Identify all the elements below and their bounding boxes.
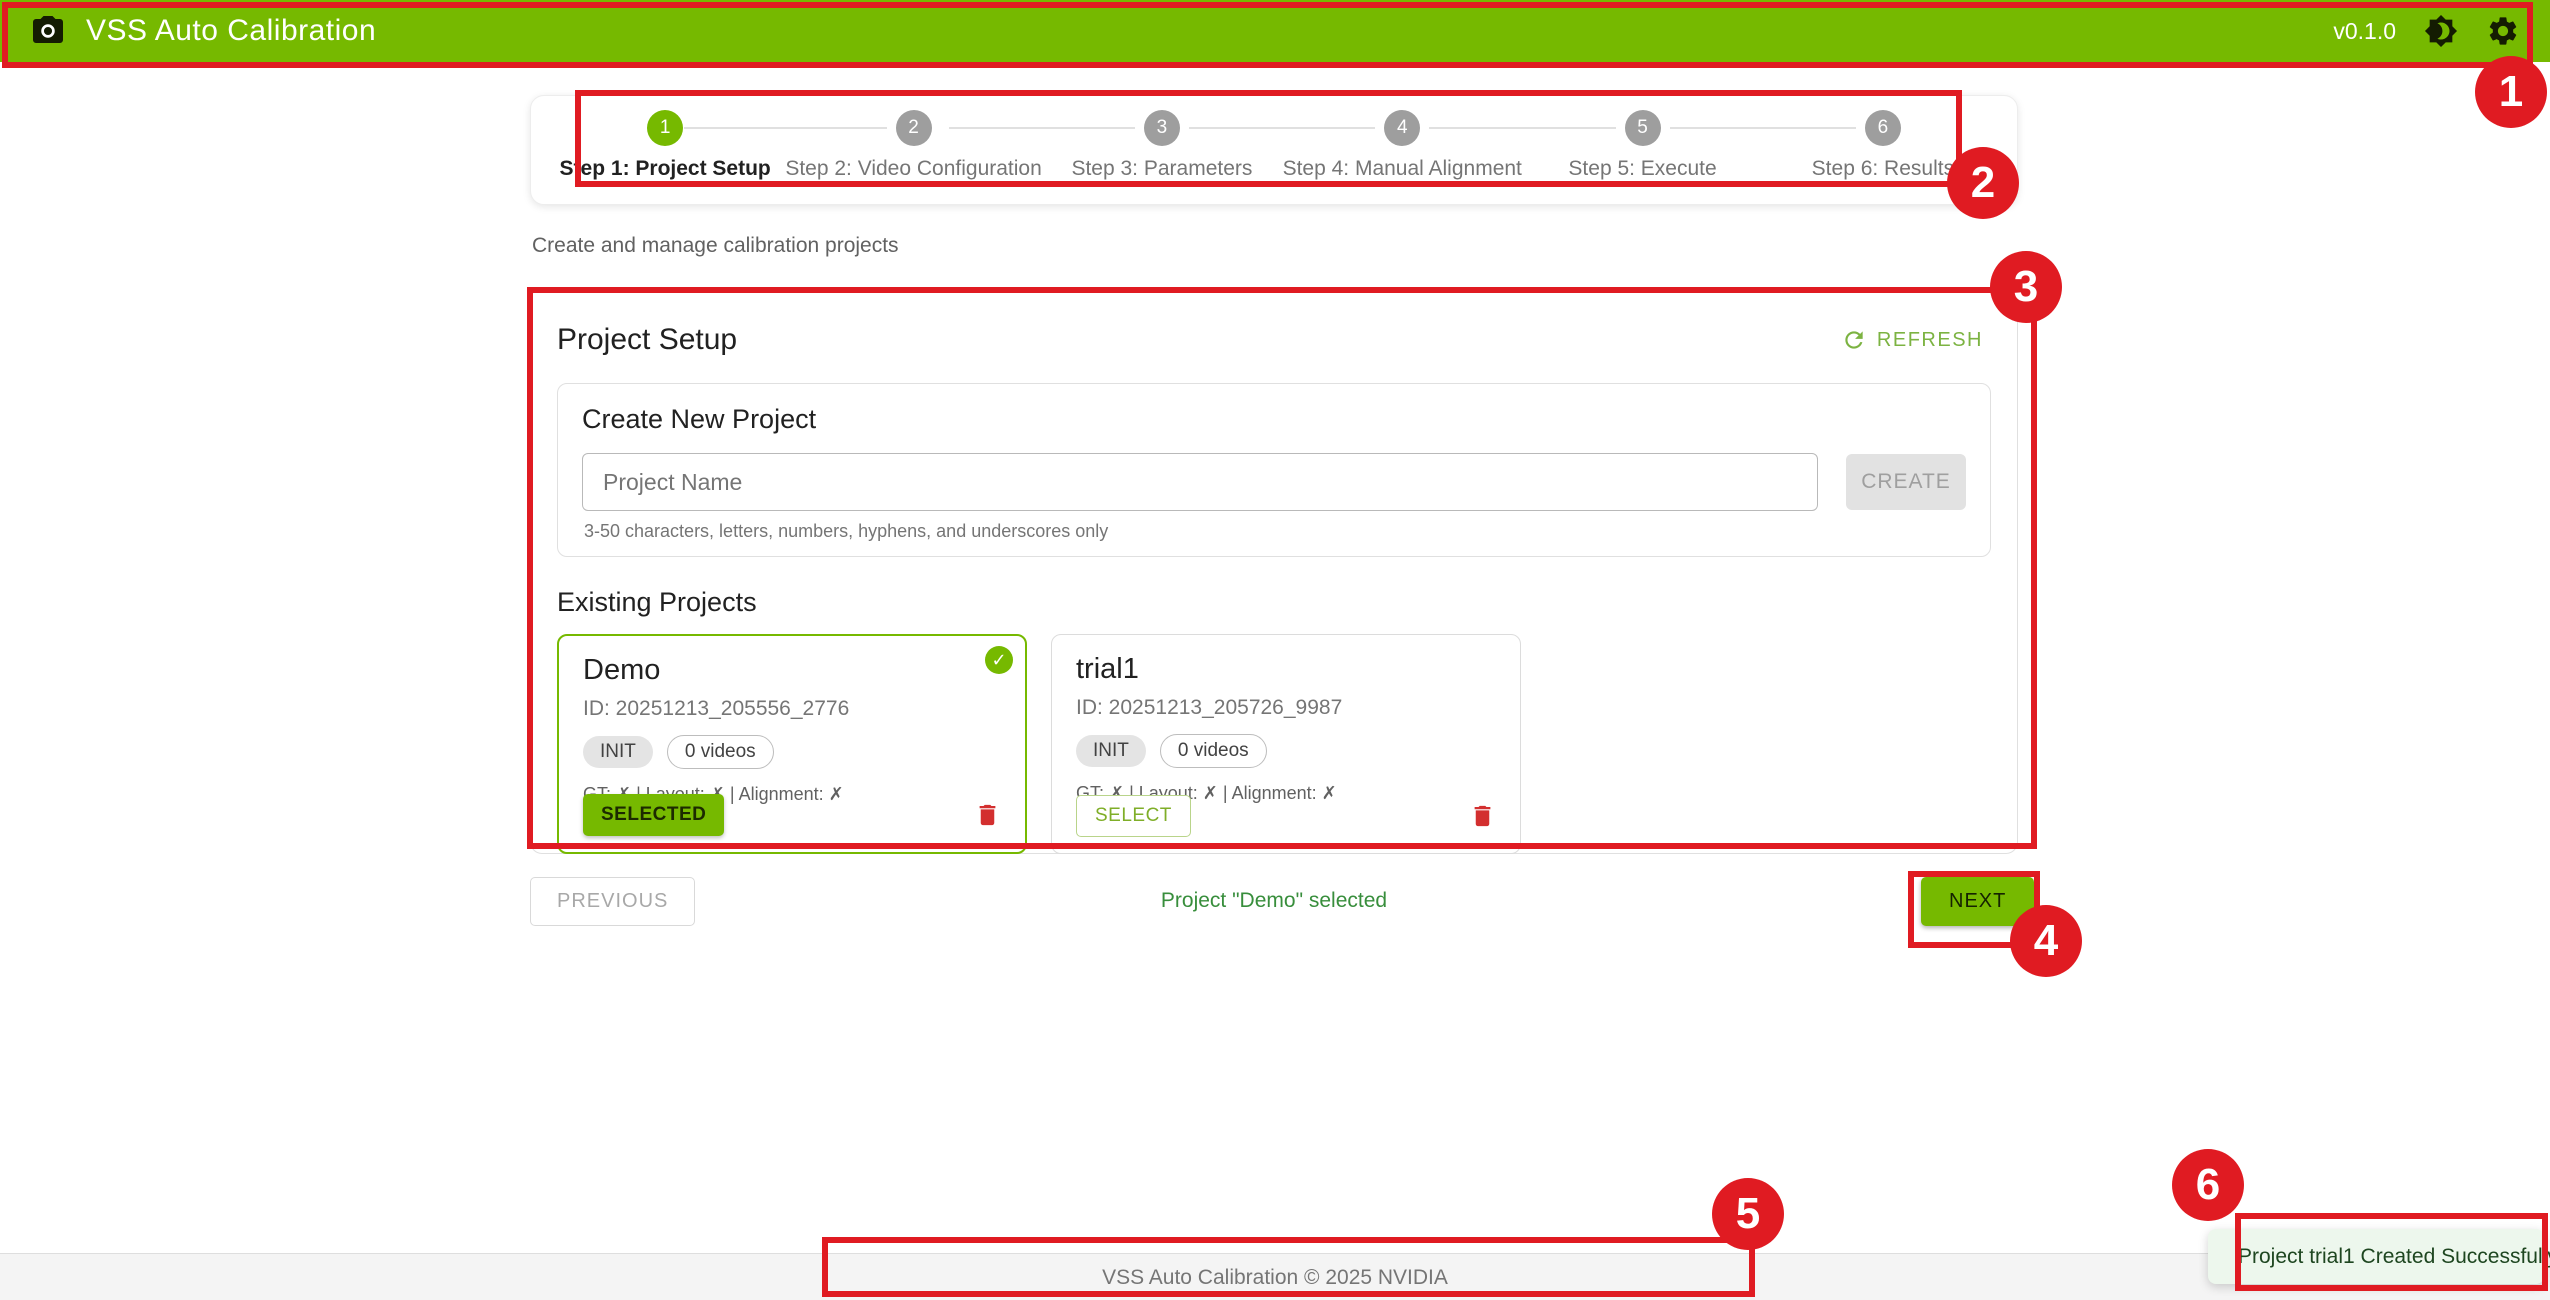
step-4-manual-alignment: 4 Step 4: Manual Alignment [1282, 110, 1522, 204]
project-id: ID: 20251213_205556_2776 [583, 697, 1001, 721]
project-name: trial1 [1076, 653, 1496, 686]
refresh-icon [1841, 327, 1867, 353]
toast-message: Project trial1 Created Successfully [2238, 1245, 2550, 1269]
select-button[interactable]: SELECT [1076, 795, 1191, 837]
previous-button[interactable]: PREVIOUS [530, 877, 695, 926]
project-id: ID: 20251213_205726_9987 [1076, 696, 1496, 720]
settings-gear-icon[interactable] [2486, 14, 2520, 48]
header-right: v0.1.0 [2333, 14, 2520, 48]
annotation-badge-6: 6 [2172, 1149, 2244, 1221]
refresh-button[interactable]: REFRESH [1833, 321, 1991, 359]
step-2-label: Step 2: Video Configuration [785, 157, 1041, 181]
selection-status: Project "Demo" selected [530, 889, 2018, 913]
project-name-input[interactable] [582, 453, 1818, 511]
refresh-label: REFRESH [1877, 329, 1983, 352]
step-1-circle: 1 [647, 110, 683, 146]
step-3-label: Step 3: Parameters [1042, 157, 1282, 181]
annotation-badge-1: 1 [2475, 56, 2547, 128]
next-button[interactable]: NEXT [1921, 877, 2034, 926]
theme-toggle-icon[interactable] [2424, 14, 2458, 48]
existing-projects-list: ✓ Demo ID: 20251213_205556_2776 INIT 0 v… [557, 634, 1991, 854]
project-setup-title: Project Setup [557, 323, 737, 357]
step-3-circle: 3 [1144, 110, 1180, 146]
step-5-circle: 5 [1625, 110, 1661, 146]
create-button[interactable]: CREATE [1846, 454, 1966, 510]
check-circle-icon: ✓ [985, 646, 1013, 674]
app-header: VSS Auto Calibration v0.1.0 [0, 0, 2550, 62]
step-6-label: Step 6: Results [1763, 157, 2003, 181]
app-footer: VSS Auto Calibration © 2025 NVIDIA [0, 1253, 2550, 1300]
step-1-label: Step 1: Project Setup [545, 157, 785, 181]
step-2-circle: 2 [896, 110, 932, 146]
step-4-label: Step 4: Manual Alignment [1282, 157, 1522, 181]
app-screen: VSS Auto Calibration v0.1.0 1 Step 1: Pr… [0, 0, 2550, 1300]
project-setup-card: Project Setup REFRESH Create New Project… [530, 288, 2018, 854]
videos-chip: 0 videos [1160, 734, 1267, 768]
status-chip: INIT [1076, 735, 1146, 767]
step-2-video-configuration: 2 Step 2: Video Configuration [785, 110, 1041, 204]
stepper: 1 Step 1: Project Setup 2 Step 2: Video … [530, 95, 2018, 205]
step-1-project-setup: 1 Step 1: Project Setup [545, 110, 785, 204]
videos-chip: 0 videos [667, 735, 774, 769]
delete-trash-icon[interactable] [974, 800, 1001, 830]
step-6-circle: 6 [1865, 110, 1901, 146]
selected-button[interactable]: SELECTED [583, 794, 724, 836]
camera-icon [30, 13, 66, 49]
step-6-results: 6 Step 6: Results [1763, 110, 2003, 204]
page-subtitle: Create and manage calibration projects [532, 234, 899, 258]
annotation-badge-5: 5 [1712, 1178, 1784, 1250]
project-card-trial1[interactable]: trial1 ID: 20251213_205726_9987 INIT 0 v… [1051, 634, 1521, 854]
create-project-title: Create New Project [582, 404, 1966, 435]
existing-projects-heading: Existing Projects [557, 587, 1991, 618]
status-chip: INIT [583, 736, 653, 768]
delete-trash-icon[interactable] [1469, 801, 1496, 831]
project-card-demo[interactable]: ✓ Demo ID: 20251213_205556_2776 INIT 0 v… [557, 634, 1027, 854]
project-name: Demo [583, 654, 1001, 687]
create-project-section: Create New Project CREATE 3-50 character… [557, 383, 1991, 557]
step-3-parameters: 3 Step 3: Parameters [1042, 110, 1282, 204]
step-5-label: Step 5: Execute [1522, 157, 1762, 181]
step-5-execute: 5 Step 5: Execute [1522, 110, 1762, 204]
project-name-helper: 3-50 characters, letters, numbers, hyphe… [582, 521, 1966, 542]
app-title: VSS Auto Calibration [86, 14, 376, 48]
step-4-circle: 4 [1384, 110, 1420, 146]
success-toast: Project trial1 Created Successfully [2208, 1229, 2544, 1284]
app-version: v0.1.0 [2333, 18, 2396, 45]
